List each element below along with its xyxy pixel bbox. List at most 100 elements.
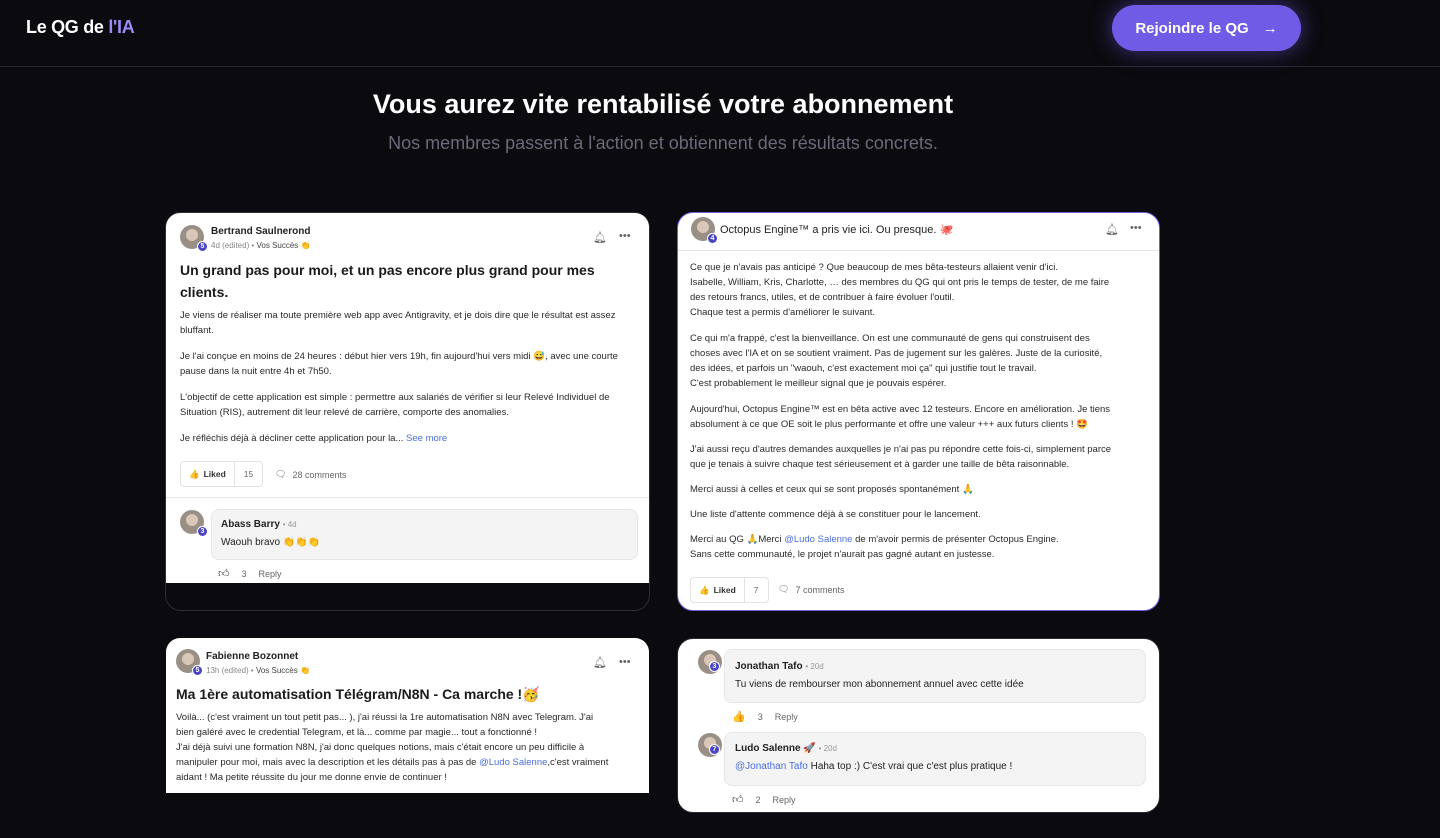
level-badge: 7 [709,744,720,755]
bell-icon[interactable]: 🔔︎ [593,231,607,244]
post-card: 4 Octopus Engine™ a pris vie ici. Ou pre… [677,212,1160,611]
comments-count: 7 comments [795,584,845,595]
post-line: Une liste d'attente commence déjà à se c… [690,509,981,520]
comments-count: 28 comments [292,469,347,480]
like-label-wrap: 👍 Liked [691,578,745,602]
comment-text: @Jonathan Tafo Haha top :) C'est vrai qu… [735,761,1012,772]
top-bar: Le QG de l'IA Rejoindre le QG → [0,0,1440,67]
comment-icon: 🗨︎ [778,584,790,594]
post-line: Ce qui m'a frappé, c'est la bienveillanc… [690,333,1090,344]
post-title[interactable]: Ma 1ère automatisation Télégram/N8N - Ca… [176,683,636,705]
reply-button[interactable]: Reply [775,712,798,722]
see-more-link[interactable]: See more [406,433,447,444]
mention-link[interactable]: @Jonathan Tafo [735,761,808,772]
reply-button[interactable]: Reply [773,795,796,805]
post-text-end: ,c'est vraiment [547,757,609,768]
like-count: 15 [243,469,254,479]
post-time: 13h (edited) [206,666,249,675]
comment-author[interactable]: Abass Barry • 4d [221,519,297,530]
comment-time: • 4d [282,520,297,529]
level-badge: 3 [709,661,720,672]
bell-icon[interactable]: 🔔︎ [1105,223,1119,236]
thumbs-up-icon: 👍 [699,584,710,595]
post-line: Merci au QG 🙏Merci @Ludo Salenne de m'av… [690,532,1059,547]
post-line: choses avec l'IA et on se soutient vraim… [690,348,1103,359]
comment-author[interactable]: Jonathan Tafo • 20d [735,661,824,672]
post-author[interactable]: Bertrand Saulnerond [211,226,310,237]
comment-time-value: 20d [823,744,837,753]
post-title[interactable]: Octopus Engine™ a pris vie ici. Ou presq… [720,223,953,236]
post-line: Voilà... (c'est vraiment un tout petit p… [176,712,594,723]
logo[interactable]: Le QG de l'IA [26,17,135,38]
bell-icon[interactable]: 🔔︎ [593,656,607,669]
post-line: Aujourd'hui, Octopus Engine™ est en bêta… [690,404,1111,415]
post-excerpt: Je réfléchis déjà à décliner cette appli… [180,433,404,444]
post-line: J'ai aussi reçu d'autres demandes auxque… [690,444,1112,455]
comment-body: Haha top :) C'est vrai que c'est plus pr… [807,761,1013,772]
post-paragraph: Je réfléchis déjà à décliner cette appli… [180,431,630,446]
post-title[interactable]: Un grand pas pour moi, et un pas encore … [180,259,620,303]
more-icon[interactable]: ••• [1130,222,1142,234]
comment-text: Tu viens de rembourser mon abonnement an… [735,679,1024,690]
post-paragraph: Je viens de réaliser ma toute première w… [180,310,616,336]
thumbs-up-icon[interactable]: 👍︎ [218,567,230,580]
reply-button[interactable]: Reply [259,569,282,579]
comment-author-name: Ludo Salenne 🚀 [735,743,816,754]
post-line: manipuler pour moi, mais avec la descrip… [176,755,608,770]
arrow-right-icon: → [1262,19,1278,37]
space-name[interactable]: Vos Succès 👏 [257,241,311,250]
post-text: manipuler pour moi, mais avec la descrip… [176,757,480,768]
comment-time: • 20d [818,744,837,753]
comment-bubble: Abass Barry • 4d Waouh bravo 👏👏👏 [211,509,638,560]
comment-bubble: Jonathan Tafo • 20d Tu viens de rembours… [724,649,1146,703]
level-badge: 5 [192,665,203,676]
post-line: Chaque test a permis d'améliorer le suiv… [690,307,876,318]
thumbs-up-icon: 👍 [189,468,200,479]
like-button[interactable]: 👍 Liked 15 [180,461,264,487]
post-line: J'ai déjà suivi une formation N8N, j'ai … [176,742,585,753]
post-paragraph: L'objectif de cette application est simp… [180,392,610,418]
post-paragraph: Je l'ai conçue en moins de 24 heures : d… [180,351,618,377]
post-line: Ce que je n'avais pas anticipé ? Que bea… [690,262,1059,273]
more-icon[interactable]: ••• [619,656,631,668]
comment-like-count: 3 [241,568,247,579]
post-card: 5 Fabienne Bozonnet 13h (edited) • Vos S… [166,638,649,793]
space-name[interactable]: Vos Succès 👏 [256,666,310,675]
mention-link[interactable]: @Ludo Salenne [784,534,852,545]
comments-link[interactable]: 🗨︎ 7 comments [778,584,844,595]
logo-text: Le QG de [26,17,109,37]
comment-actions: 👍︎ 3 Reply [218,567,282,580]
thumbs-up-icon[interactable]: 👍︎ [732,793,744,806]
level-badge: 5 [197,241,208,252]
comment-time: • 20d [805,662,824,671]
section-title: Vous aurez vite rentabilisé votre abonne… [372,89,954,119]
section-subtitle: Nos membres passent à l'action et obtien… [388,133,938,153]
like-label-wrap: 👍 Liked [181,462,235,486]
post-author[interactable]: Fabienne Bozonnet [206,651,298,662]
comment-actions: 👍 3 Reply [732,710,798,723]
post-card: 5 Bertrand Saulnerond 4d (edited) • Vos … [166,213,649,583]
post-line: C'est probablement le meilleur signal qu… [690,378,947,389]
comment-author-name: Jonathan Tafo [735,661,803,672]
thumbs-up-icon[interactable]: 👍 [732,710,746,723]
more-icon[interactable]: ••• [619,230,631,242]
comment-icon: 🗨︎ [275,469,287,479]
divider [678,250,1159,251]
post-line: aidant ! Ma petite réussite du jour me d… [176,772,447,783]
like-button[interactable]: 👍 Liked 7 [690,577,769,603]
mention-link[interactable]: @Ludo Salenne [479,757,547,768]
like-label: Liked [713,585,736,595]
like-count: 7 [753,585,759,595]
post-meta: 13h (edited) • Vos Succès 👏 [206,666,310,675]
join-button-label: Rejoindre le QG [1135,19,1249,37]
logo-accent: l'IA [108,17,135,37]
comment-author[interactable]: Ludo Salenne 🚀 • 20d [735,743,837,754]
post-line: des idées, et parfois un "waouh, c'est e… [690,363,1037,374]
join-button[interactable]: Rejoindre le QG → [1112,5,1301,51]
comment-like-count: 2 [755,794,761,805]
comments-card: 3 Jonathan Tafo • 20d Tu viens de rembou… [677,638,1160,813]
comment-actions: 👍︎ 2 Reply [732,793,796,806]
comments-link[interactable]: 🗨︎ 28 comments [275,469,346,480]
post-line: Isabelle, William, Kris, Charlotte, … de… [690,277,1110,288]
post-line: bien galéré avec le credential Telegram,… [176,727,538,738]
